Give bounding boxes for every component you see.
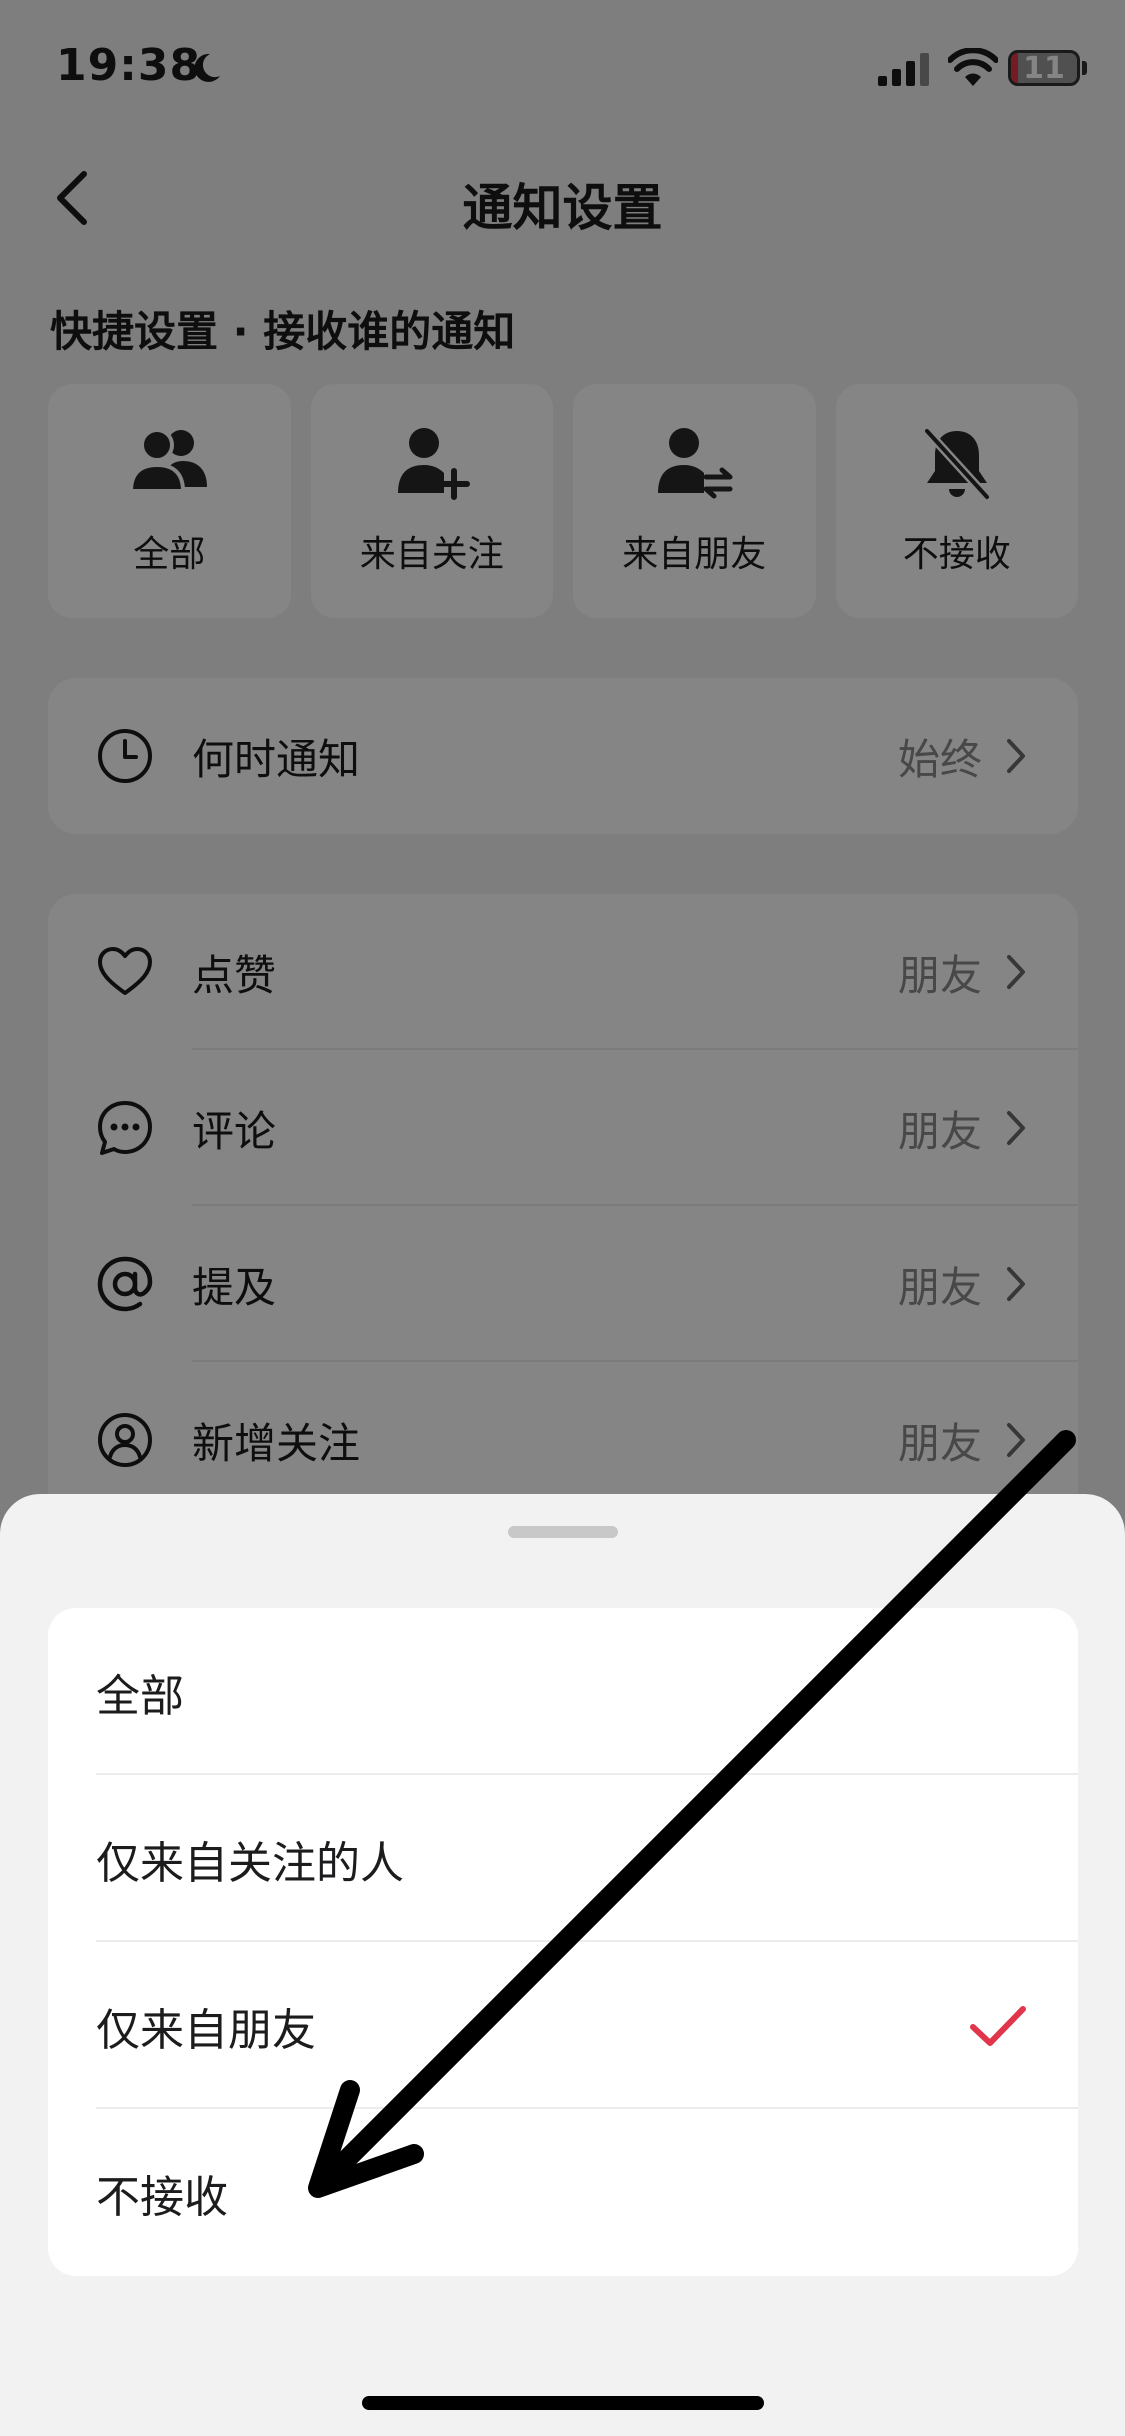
option-label: 不接收 <box>96 2171 228 2223</box>
sheet-drag-handle[interactable] <box>508 1526 618 1538</box>
option-list: 全部 仅来自关注的人 仅来自朋友 不接收 <box>48 1608 1078 2276</box>
option-none[interactable]: 不接收 <box>48 2109 1078 2276</box>
option-label: 仅来自朋友 <box>96 2004 316 2056</box>
home-indicator <box>362 2396 764 2410</box>
option-label: 全部 <box>96 1670 184 1722</box>
notification-settings-page: 19:38 11 通知设置 快捷设置 · 接收谁的通知 全部 来自关注 来自朋友… <box>0 0 1125 2436</box>
option-all[interactable]: 全部 <box>48 1608 1078 1775</box>
checkmark-icon <box>970 2005 1026 2046</box>
option-friends-only[interactable]: 仅来自朋友 <box>48 1942 1078 2109</box>
option-label: 仅来自关注的人 <box>96 1837 404 1889</box>
bottom-sheet: 全部 仅来自关注的人 仅来自朋友 不接收 <box>0 1494 1125 2436</box>
option-following-only[interactable]: 仅来自关注的人 <box>48 1775 1078 1942</box>
